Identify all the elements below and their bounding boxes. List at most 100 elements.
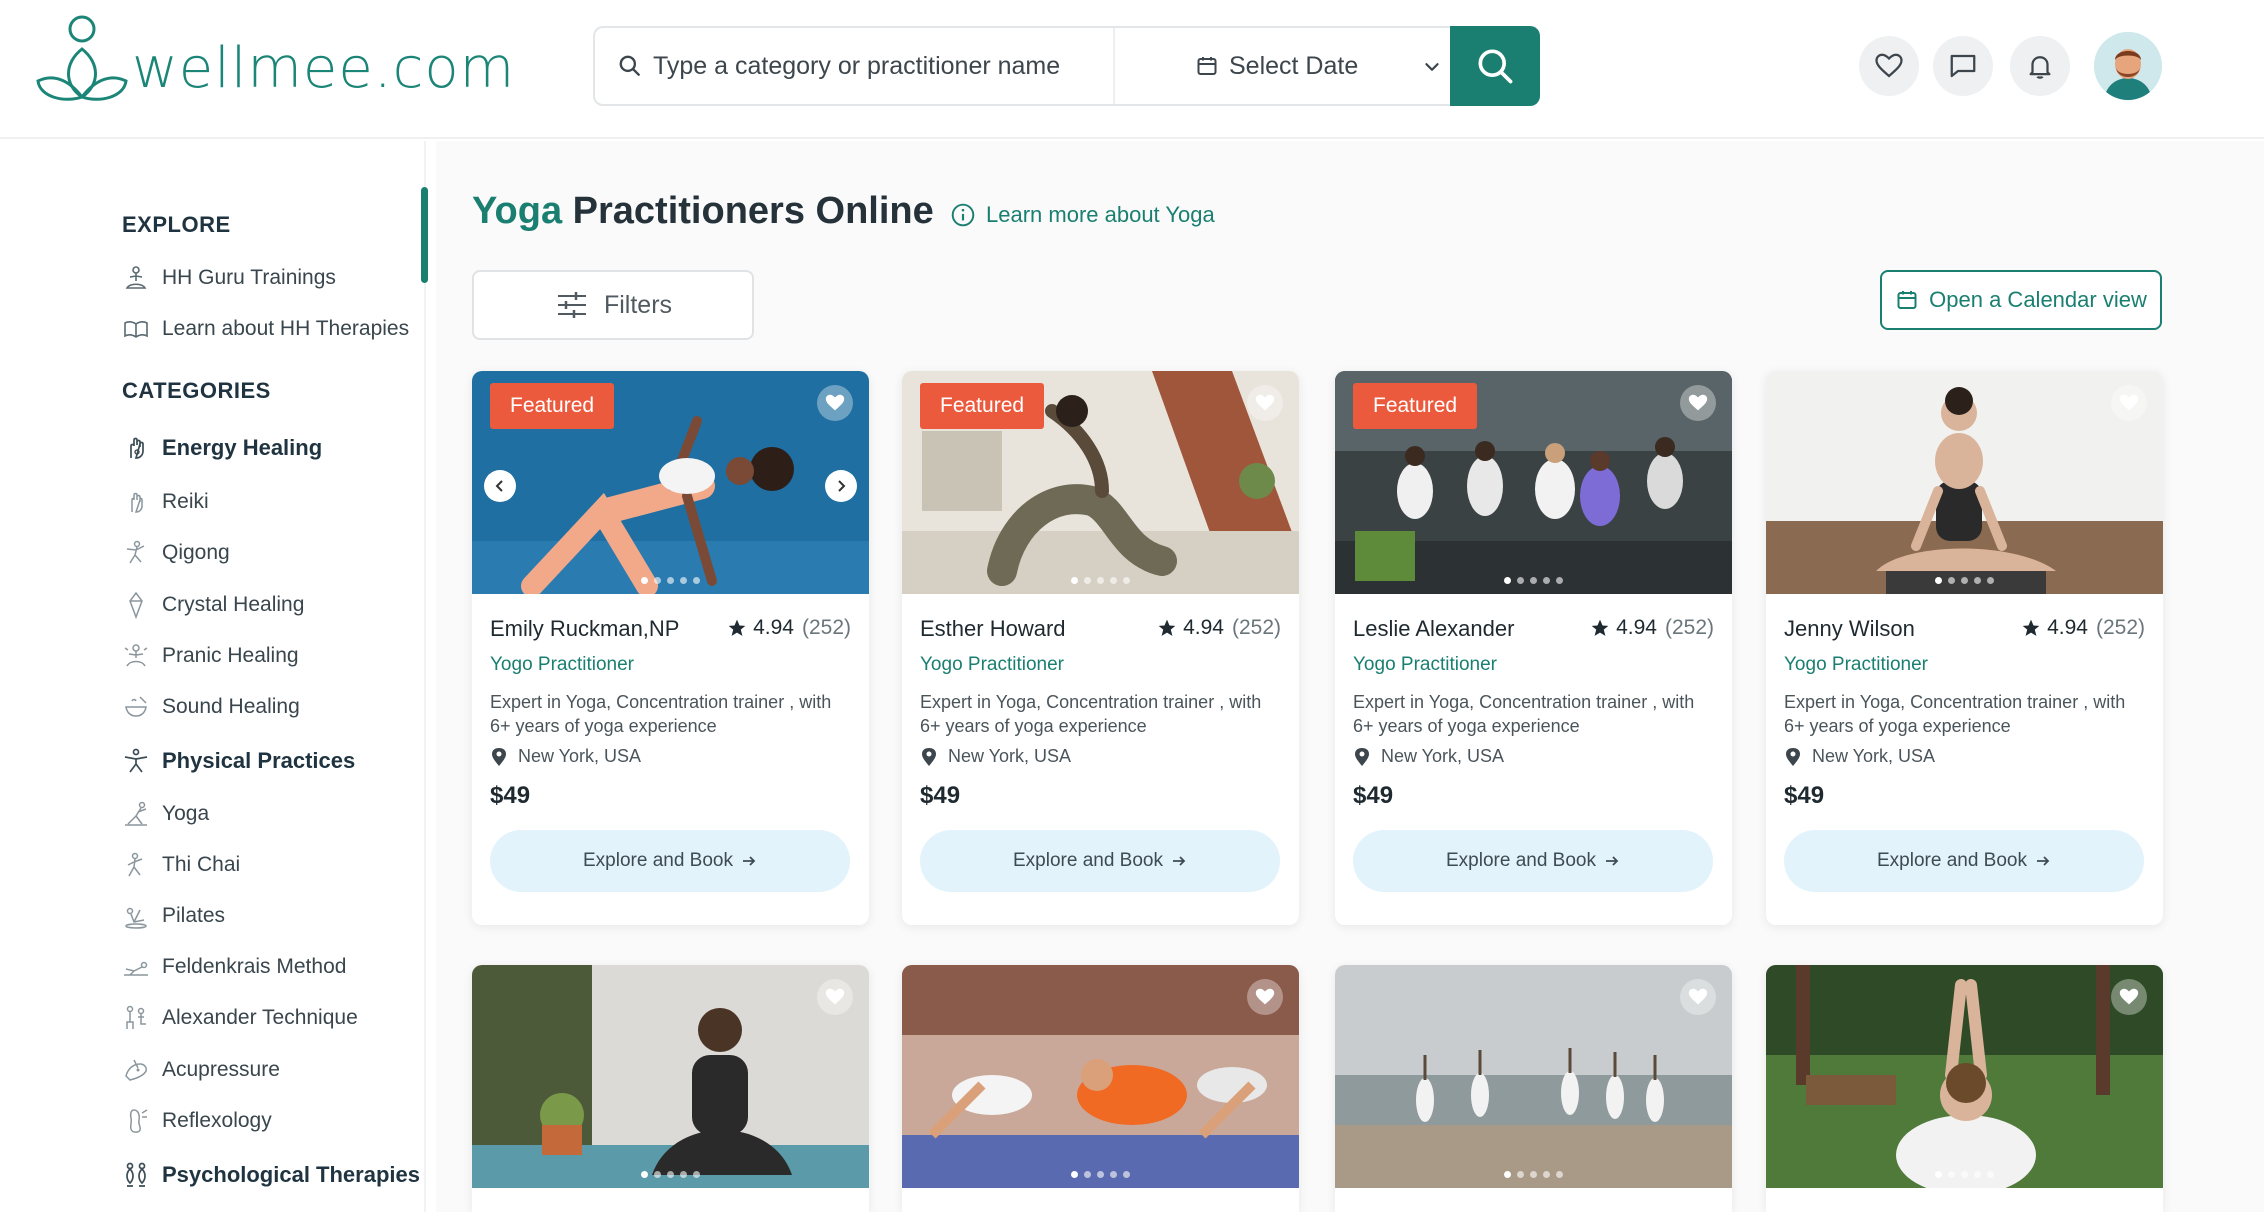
explore-book-button[interactable]: Explore and Book [490, 830, 850, 892]
practitioner-card[interactable]: Featured Esther Howard 4.94 (252) Yogo P… [902, 371, 1299, 925]
practitioner-photo[interactable] [902, 965, 1299, 1188]
notifications-button[interactable] [2010, 36, 2070, 96]
favorite-button[interactable] [1680, 979, 1716, 1015]
page-title-accent: Yoga [472, 190, 563, 232]
sidebar-item-alexander-technique[interactable]: Alexander Technique [122, 1000, 358, 1036]
arrow-right-icon [1606, 856, 1619, 866]
favorite-button[interactable] [1247, 979, 1283, 1015]
favorite-button[interactable] [817, 979, 853, 1015]
open-calendar-button[interactable]: Open a Calendar view [1880, 270, 2162, 330]
messages-button[interactable] [1933, 36, 1993, 96]
practitioner-card[interactable]: Featured Emily Ruckman,NP 4.94 (252) Yog… [472, 371, 869, 925]
meditation-icon [125, 266, 147, 289]
carousel-dots [472, 577, 869, 584]
practitioner-photo[interactable] [1766, 371, 2163, 594]
favorite-button[interactable] [817, 385, 853, 421]
practitioner-photo[interactable]: Featured [1335, 371, 1732, 594]
search-input[interactable] [653, 51, 1093, 81]
search-button[interactable] [1450, 26, 1540, 106]
price: $49 [920, 782, 961, 809]
sidebar-scrollbar[interactable] [421, 187, 428, 283]
location: New York, USA [1353, 746, 1504, 767]
yoga-pose-icon [125, 801, 147, 826]
favorite-button[interactable] [1680, 385, 1716, 421]
filters-label: Filters [603, 290, 673, 319]
sidebar-item-learn-hh-therapies[interactable]: Learn about HH Therapies [122, 311, 409, 347]
search-icon [1478, 49, 1513, 84]
sidebar-item-energy-healing[interactable]: Energy Healing [122, 430, 322, 466]
sidebar-item-yoga[interactable]: Yoga [122, 796, 209, 832]
sidebar-item-pilates[interactable]: Pilates [122, 898, 225, 934]
favorite-button[interactable] [2111, 979, 2147, 1015]
pilates-icon [125, 907, 147, 929]
explore-book-button[interactable]: Explore and Book [1784, 830, 2144, 892]
card-body: Esther Howard 4.94 (252) Yogo Practition… [902, 594, 1299, 925]
sidebar-item-hh-guru-trainings[interactable]: HH Guru Trainings [122, 260, 336, 296]
practitioner-photo[interactable] [1766, 965, 2163, 1188]
carousel-dots [902, 577, 1299, 584]
favorite-button[interactable] [2111, 385, 2147, 421]
sidebar-item-qigong[interactable]: Qigong [122, 535, 230, 571]
review-count: (252) [1664, 616, 1714, 639]
sidebar-item-physical-practices[interactable]: Physical Practices [122, 743, 355, 779]
sidebar-item-reflexology[interactable]: Reflexology [122, 1103, 272, 1139]
practitioner-photo[interactable]: Featured [902, 371, 1299, 594]
featured-badge: Featured [490, 383, 615, 429]
featured-badge: Featured [1353, 383, 1478, 429]
carousel-prev-button[interactable] [484, 470, 516, 502]
avatar[interactable] [2094, 32, 2162, 100]
categories-heading: CATEGORIES [122, 378, 271, 403]
explore-book-button[interactable]: Explore and Book [920, 830, 1280, 892]
practitioner-photo[interactable]: Featured [472, 371, 869, 594]
carousel-dots [1335, 1171, 1732, 1178]
price: $49 [1784, 782, 1825, 809]
yoga-photo [1766, 371, 2163, 594]
heart-icon [2119, 394, 2139, 411]
location: New York, USA [1784, 746, 1935, 767]
sidebar-divider [424, 141, 426, 1212]
arrow-right-icon [743, 856, 756, 866]
sidebar-item-reiki[interactable]: Reiki [122, 484, 209, 520]
practitioner-card[interactable] [1766, 965, 2163, 1212]
carousel-next-button[interactable] [825, 470, 857, 502]
practitioner-photo[interactable] [1335, 965, 1732, 1188]
practitioner-photo[interactable] [472, 965, 869, 1188]
practitioner-card[interactable]: Featured Leslie Alexander 4.94 (252) Yog… [1335, 371, 1732, 925]
explore-book-button[interactable]: Explore and Book [1353, 830, 1713, 892]
page-title: Yoga Practitioners Online [472, 190, 934, 233]
sidebar-item-acupressure[interactable]: Acupressure [122, 1052, 280, 1088]
sidebar-item-psychological-therapies[interactable]: Psychological Therapies [122, 1157, 420, 1193]
logo[interactable]: wellmee.com [34, 10, 515, 120]
date-select[interactable]: Select Date [1115, 28, 1455, 104]
sidebar-item-thi-chai[interactable]: Thi Chai [122, 847, 240, 883]
sidebar-item-feldenkrais[interactable]: Feldenkrais Method [122, 949, 346, 985]
heart-icon [825, 988, 845, 1005]
page-title-rest: Practitioners Online [562, 190, 934, 232]
star-icon [1591, 619, 1609, 636]
favorites-button[interactable] [1859, 36, 1919, 96]
favorite-button[interactable] [1247, 385, 1283, 421]
learn-more-link[interactable]: Learn more about Yoga [950, 202, 1215, 228]
heart-icon [2119, 988, 2139, 1005]
sidebar-item-crystal-healing[interactable]: Crystal Healing [122, 587, 304, 623]
practitioner-card[interactable]: Jenny Wilson 4.94 (252) Yogo Practitione… [1766, 371, 2163, 925]
heart-icon [1255, 394, 1275, 411]
practitioner-card[interactable] [1335, 965, 1732, 1212]
practitioner-role: Yogo Practitioner [920, 654, 1065, 675]
sidebar-item-pranic-healing[interactable]: Pranic Healing [122, 638, 299, 674]
calendar-icon [1897, 291, 1917, 309]
carousel-dots [1766, 1171, 2163, 1178]
psychology-icon [126, 1162, 146, 1187]
location-pin-icon [492, 747, 506, 766]
carousel-dots [1335, 577, 1732, 584]
hand-energy-icon [130, 437, 144, 459]
practitioner-card[interactable] [472, 965, 869, 1212]
heart-icon [825, 394, 845, 411]
explore-book-label: Explore and Book [583, 850, 733, 871]
filters-button[interactable]: Filters [472, 270, 754, 340]
practitioner-card[interactable] [902, 965, 1299, 1212]
star-icon [2022, 619, 2040, 636]
logo-text: wellmee.com [132, 35, 516, 101]
rating-value: 4.94 [1183, 616, 1224, 639]
sidebar-item-sound-healing[interactable]: Sound Healing [122, 689, 300, 725]
